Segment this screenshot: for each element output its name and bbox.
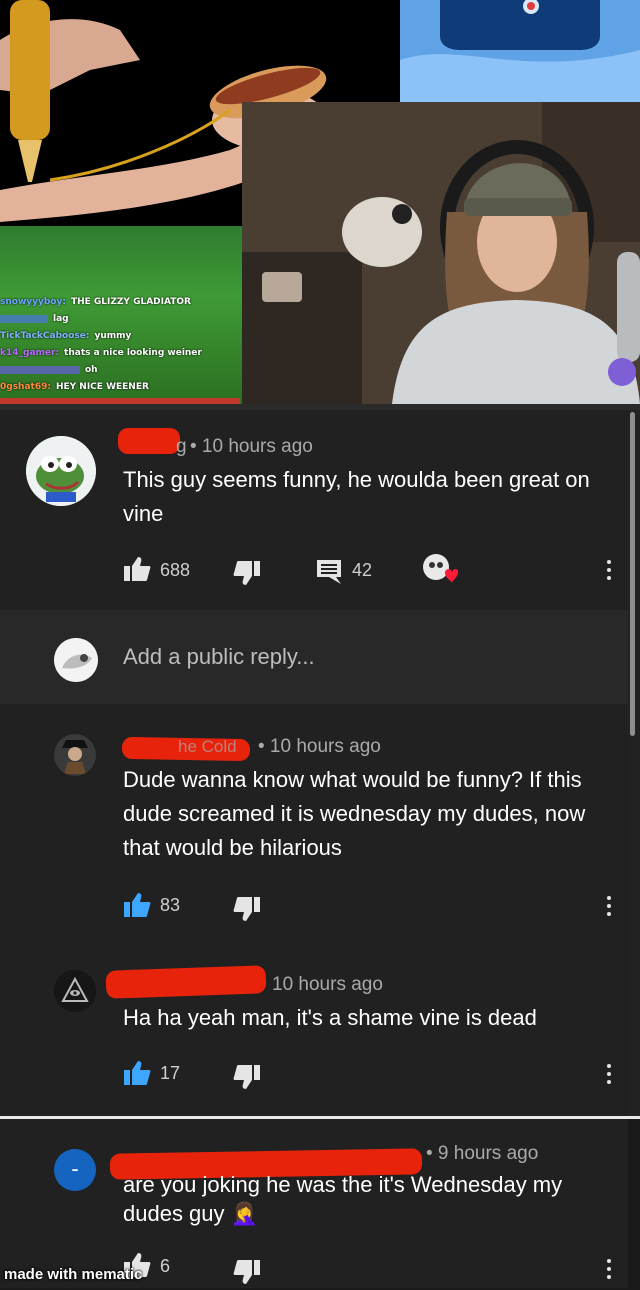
comment-text-content: are you joking he was the it's Wednesday… — [123, 1172, 563, 1226]
reply-count: 42 — [352, 560, 373, 580]
webcam-feed — [242, 102, 640, 404]
scrollbar-thumb[interactable] — [630, 412, 635, 736]
reply-comment: - • 9 hours ago are you joking he was th… — [0, 1119, 628, 1288]
eye-triangle-avatar-icon[interactable] — [54, 970, 96, 1012]
comment-text: are you joking he was the it's Wednesday… — [123, 1170, 613, 1228]
more-options-button[interactable] — [607, 1259, 611, 1283]
user-avatar — [54, 638, 98, 682]
like-count: 17 — [160, 1063, 181, 1083]
thumbs-up-icon — [124, 1061, 151, 1085]
comment-timestamp: • 10 hours ago — [258, 736, 381, 757]
thumbs-down-icon — [233, 1260, 260, 1284]
chat-line: k14_gamer: thats a nice looking weiner — [0, 348, 202, 358]
comment-icon — [317, 560, 341, 584]
comment-timestamp: 10 hours ago — [272, 974, 383, 995]
chat-line: snowyyyboy: THE GLIZZY GLADIATOR — [0, 297, 191, 307]
comment-timestamp: • 9 hours ago — [426, 1143, 539, 1164]
thumbs-up-icon — [124, 893, 151, 917]
chat-line: TickTackCaboose: yummy — [0, 331, 132, 341]
replies-button[interactable] — [316, 559, 342, 590]
comment-timestamp: • 10 hours ago — [190, 436, 313, 457]
like-button[interactable] — [123, 556, 151, 587]
reply-bar: Add a public reply... — [0, 610, 628, 704]
facepalm-emoji-icon: 🤦‍♀️ — [230, 1201, 259, 1226]
top-comment: g • 10 hours ago This guy seems funny, h… — [0, 410, 628, 610]
dislike-button[interactable] — [233, 560, 261, 591]
chat-line: oh — [0, 362, 242, 379]
redacted-username — [105, 965, 267, 999]
comment-author[interactable]: he Cold — [178, 737, 237, 757]
thumbs-down-icon — [233, 1065, 260, 1089]
like-button[interactable] — [123, 892, 151, 923]
more-options-button[interactable] — [607, 1064, 611, 1088]
dislike-button[interactable] — [233, 1064, 261, 1095]
thumbs-up-icon — [124, 557, 151, 581]
more-options-button[interactable] — [607, 560, 611, 584]
creator-heart-icon — [422, 553, 459, 592]
comment-text: Dude wanna know what would be funny? If … — [123, 767, 586, 860]
like-button[interactable] — [123, 1060, 151, 1091]
dislike-button[interactable] — [233, 1259, 261, 1290]
game-overlay — [400, 0, 640, 102]
thumbs-down-icon — [233, 561, 260, 585]
thumbs-down-icon — [233, 897, 260, 921]
dislike-button[interactable] — [233, 896, 261, 927]
like-count: 6 — [160, 1256, 171, 1276]
pirate-avatar-icon[interactable] — [54, 734, 96, 776]
letter-avatar[interactable]: - — [54, 1149, 96, 1191]
more-options-button[interactable] — [607, 896, 611, 920]
stream-chat: snowyyyboy: THE GLIZZY GLADIATOR lag Tick… — [0, 294, 242, 396]
comment-text: Ha ha yeah man, it's a shame vine is dea… — [123, 1005, 537, 1030]
chat-line: lag — [0, 311, 242, 328]
comment-text: This guy seems funny, he woulda been gre… — [123, 467, 590, 526]
chat-line: 0gshat69: HEY NICE WEENER — [0, 382, 149, 392]
comment-author[interactable]: g — [176, 436, 187, 458]
watermark: made with mematic — [4, 1266, 143, 1283]
video-player[interactable]: snowyyyboy: THE GLIZZY GLADIATOR lag Tick… — [0, 0, 640, 404]
like-count: 83 — [160, 895, 181, 915]
frog-avatar-icon[interactable] — [26, 436, 96, 506]
reply-input[interactable]: Add a public reply... — [123, 644, 315, 670]
redacted-username — [118, 428, 180, 454]
like-count: 688 — [160, 560, 191, 580]
replies-list: he Cold • 10 hours ago Dude wanna know w… — [0, 704, 628, 1118]
